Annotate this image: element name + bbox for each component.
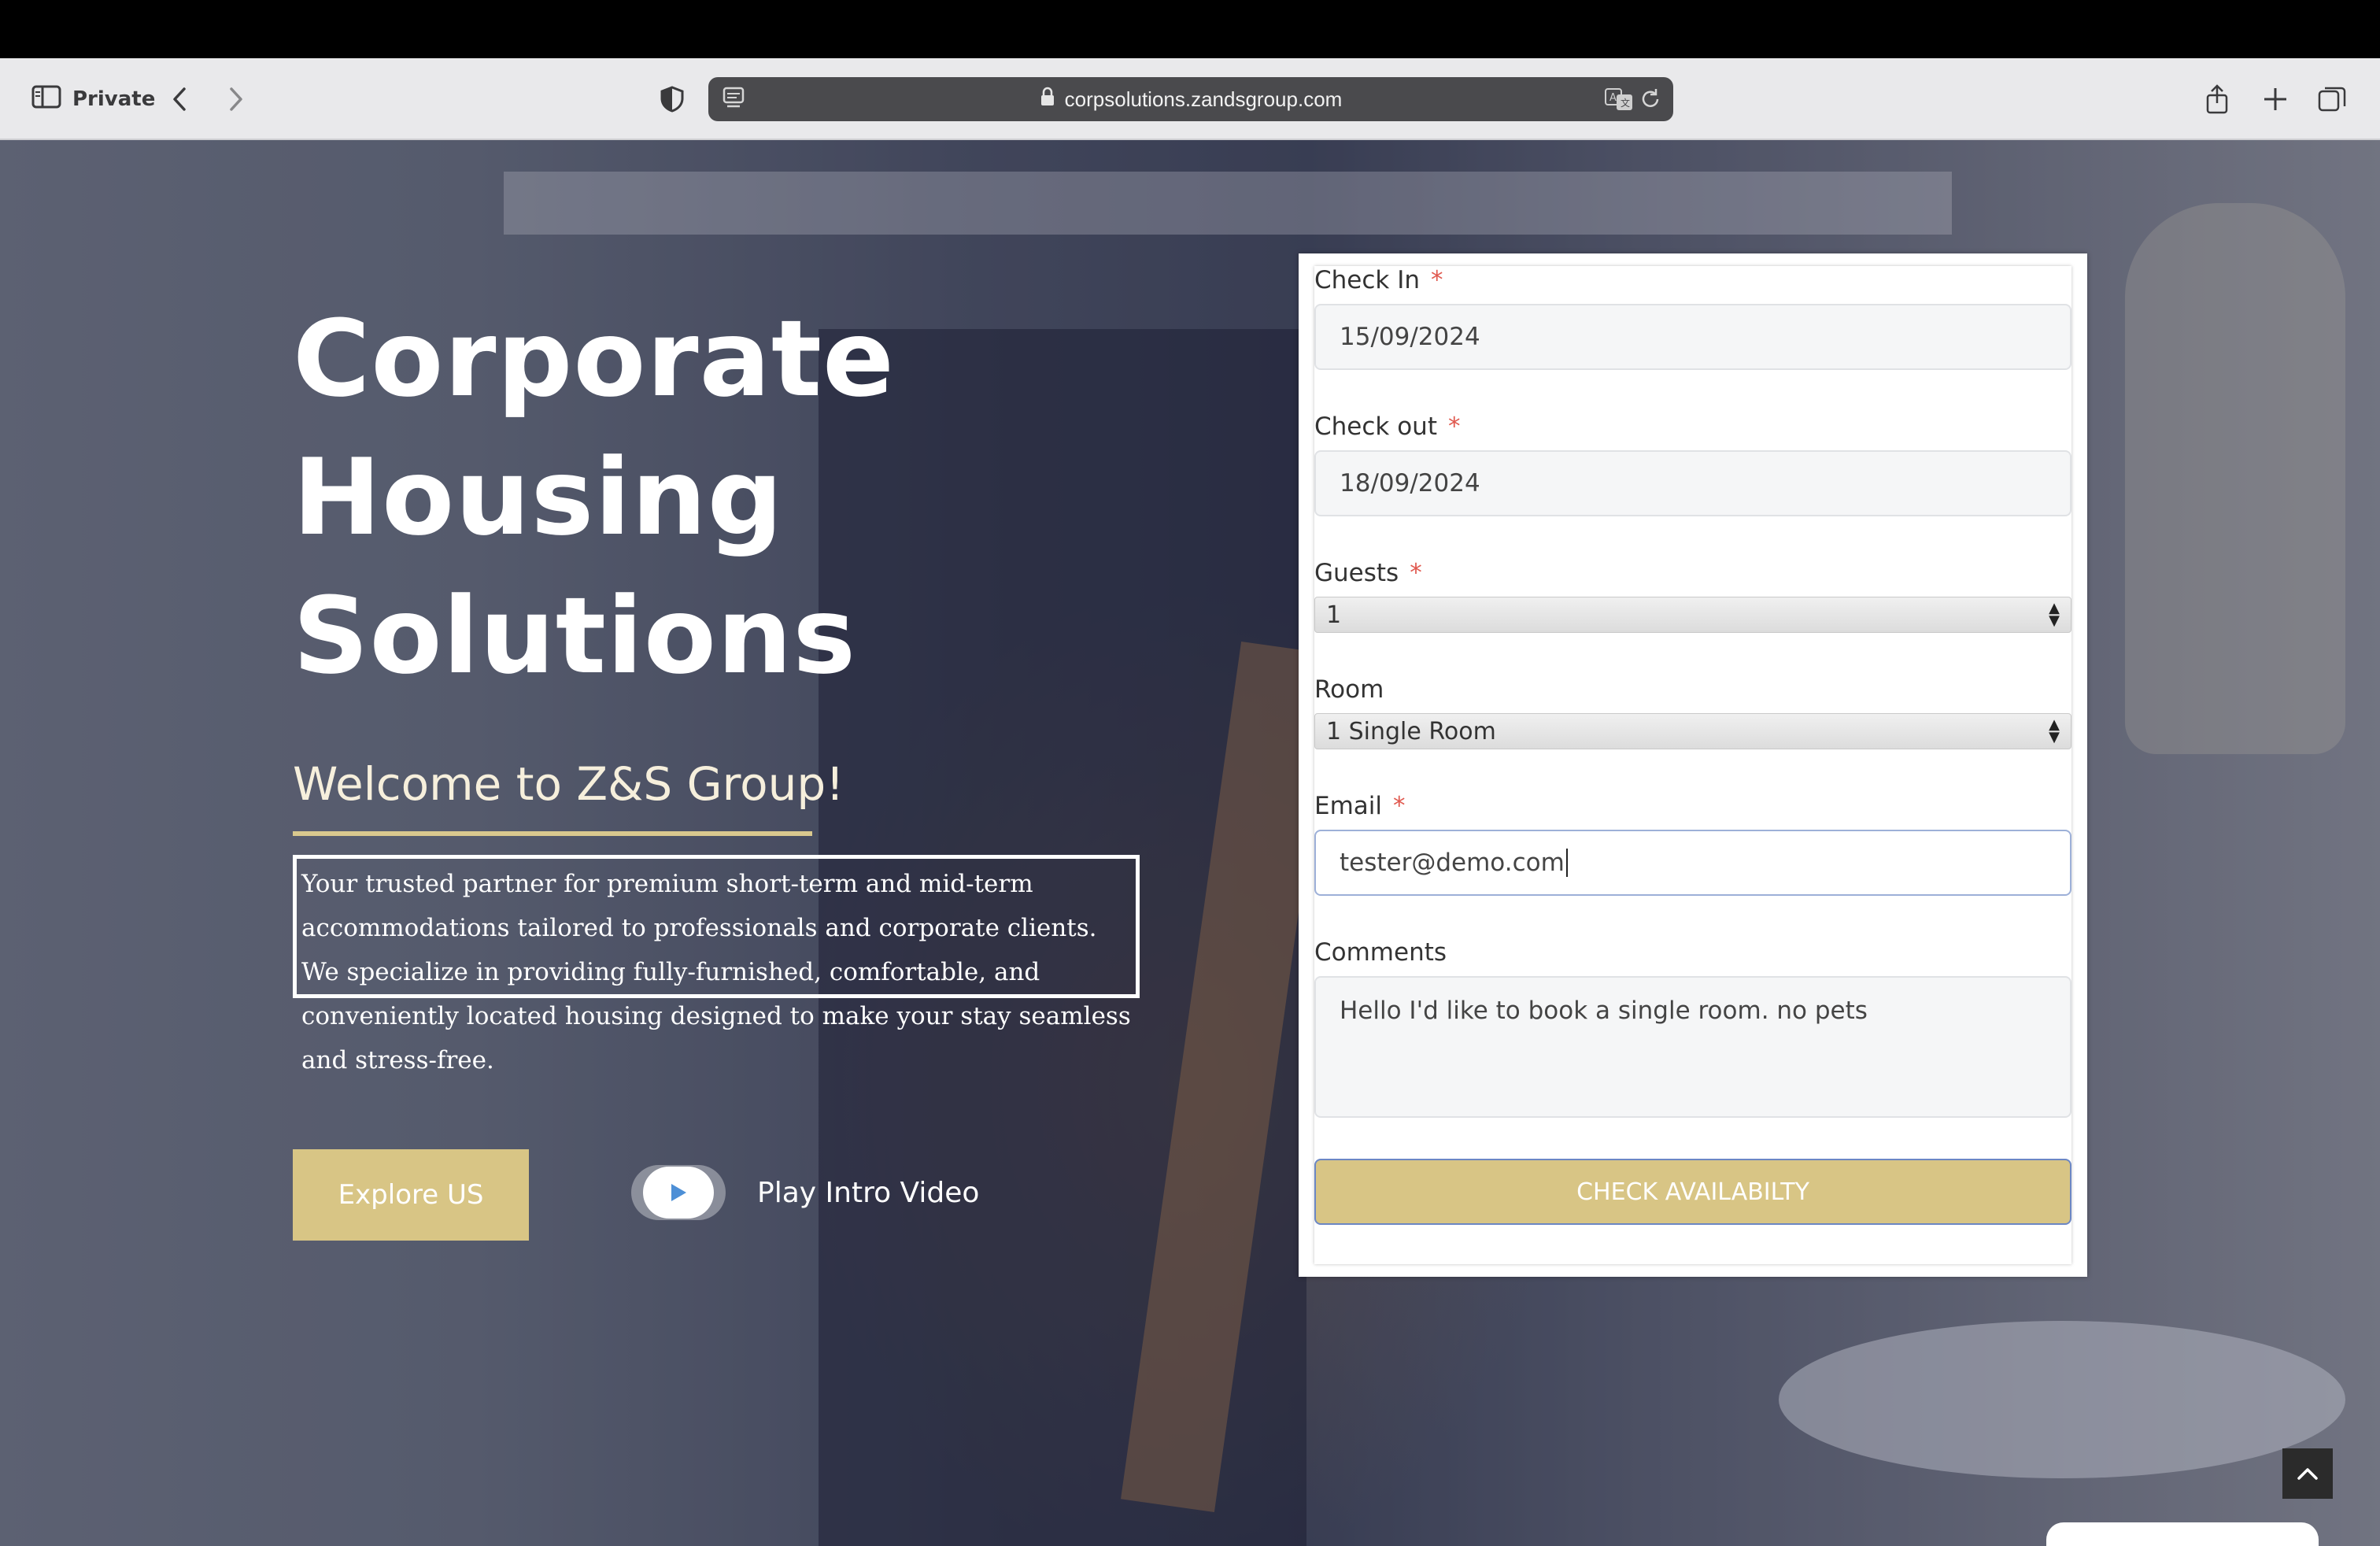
- chevron-up-icon: [2297, 1468, 2318, 1480]
- explore-us-button[interactable]: Explore US: [293, 1149, 529, 1241]
- hero-title: Corporate Housing Solutions: [293, 290, 1001, 705]
- welcome-heading: Welcome to Z&S Group!: [293, 757, 844, 811]
- select-arrows-icon: ▲ ▼: [2049, 716, 2060, 745]
- chevron-right-icon: [230, 87, 242, 111]
- svg-text:A: A: [1609, 92, 1617, 104]
- booking-form: Check In * 15/09/2024 Check out * 18/09/20…: [1314, 266, 2071, 1264]
- tab-overview-button[interactable]: [2317, 58, 2347, 140]
- checkin-value: 15/09/2024: [1340, 323, 1480, 351]
- room-value: 1 Single Room: [1326, 717, 1496, 745]
- hero-section: Corporate Housing Solutions Welcome to Z…: [0, 140, 2380, 1546]
- required-mark: *: [1447, 412, 1461, 441]
- browser-toolbar: Private corpsolutions.zandsgroup.com A文: [0, 58, 2380, 140]
- required-mark: *: [1431, 266, 1443, 294]
- comments-textarea[interactable]: Hello I'd like to book a single room. no…: [1314, 976, 2071, 1118]
- forward-button[interactable]: [225, 58, 247, 140]
- privacy-report-button[interactable]: [660, 58, 685, 140]
- room-label: Room: [1314, 675, 1384, 704]
- checkout-value: 18/09/2024: [1340, 469, 1480, 497]
- text-caret: [1565, 849, 1568, 877]
- share-icon: [2206, 84, 2228, 114]
- url-text: corpsolutions.zandsgroup.com: [1064, 87, 1343, 111]
- guests-select[interactable]: 1 ▲ ▼: [1314, 597, 2071, 633]
- svg-text:文: 文: [1621, 97, 1630, 109]
- guests-value: 1: [1326, 601, 1342, 629]
- top-black-strip: [0, 0, 2380, 58]
- page-menu-icon[interactable]: [722, 87, 745, 116]
- checkout-input[interactable]: 18/09/2024: [1314, 450, 2071, 516]
- email-label: Email *: [1314, 792, 1406, 820]
- play-button-circle: [643, 1167, 714, 1219]
- reload-icon[interactable]: [1639, 87, 1662, 117]
- required-mark: *: [1393, 792, 1406, 820]
- chevron-left-icon: [173, 87, 186, 111]
- shield-icon: [660, 86, 684, 113]
- lock-icon: [1040, 87, 1055, 113]
- intro-text: Your trusted partner for premium short-t…: [293, 855, 1140, 1074]
- tabs-icon: [2318, 87, 2346, 112]
- email-input[interactable]: tester@demo.com: [1314, 830, 2071, 896]
- checkin-input[interactable]: 15/09/2024: [1314, 304, 2071, 370]
- room-select[interactable]: 1 Single Room ▲ ▼: [1314, 713, 2071, 749]
- new-tab-button[interactable]: [2260, 58, 2290, 140]
- plus-icon: [2264, 88, 2286, 110]
- checkin-label: Check In *: [1314, 266, 1443, 294]
- translate-icon[interactable]: A文: [1604, 87, 1634, 117]
- check-availability-button[interactable]: CHECK AVAILABILTY: [1314, 1159, 2071, 1225]
- comments-label: Comments: [1314, 938, 1447, 967]
- sidebar-toggle-button[interactable]: Private: [31, 58, 155, 140]
- hero-title-line: Housing: [293, 436, 784, 559]
- required-mark: *: [1410, 559, 1422, 587]
- share-button[interactable]: [2202, 58, 2232, 140]
- hero-title-line: Solutions: [293, 575, 857, 697]
- guests-label: Guests *: [1314, 559, 1422, 587]
- chat-widget-tab[interactable]: [2046, 1522, 2319, 1546]
- back-button[interactable]: [168, 58, 190, 140]
- play-icon: [671, 1184, 686, 1201]
- scroll-to-top-button[interactable]: [2282, 1448, 2333, 1499]
- checkout-label: Check out *: [1314, 412, 1461, 441]
- booking-form-card: Check In * 15/09/2024 Check out * 18/09/20…: [1299, 253, 2087, 1277]
- address-bar[interactable]: corpsolutions.zandsgroup.com A文: [708, 77, 1673, 121]
- select-arrows-icon: ▲ ▼: [2049, 600, 2060, 629]
- welcome-underline: [293, 831, 812, 836]
- email-value: tester@demo.com: [1340, 849, 1565, 877]
- private-label: Private: [72, 87, 156, 111]
- play-video-button[interactable]: [631, 1165, 726, 1220]
- sidebar-icon: [31, 85, 61, 114]
- play-video-label[interactable]: Play Intro Video: [757, 1171, 979, 1215]
- hero-title-line: Corporate: [293, 298, 895, 420]
